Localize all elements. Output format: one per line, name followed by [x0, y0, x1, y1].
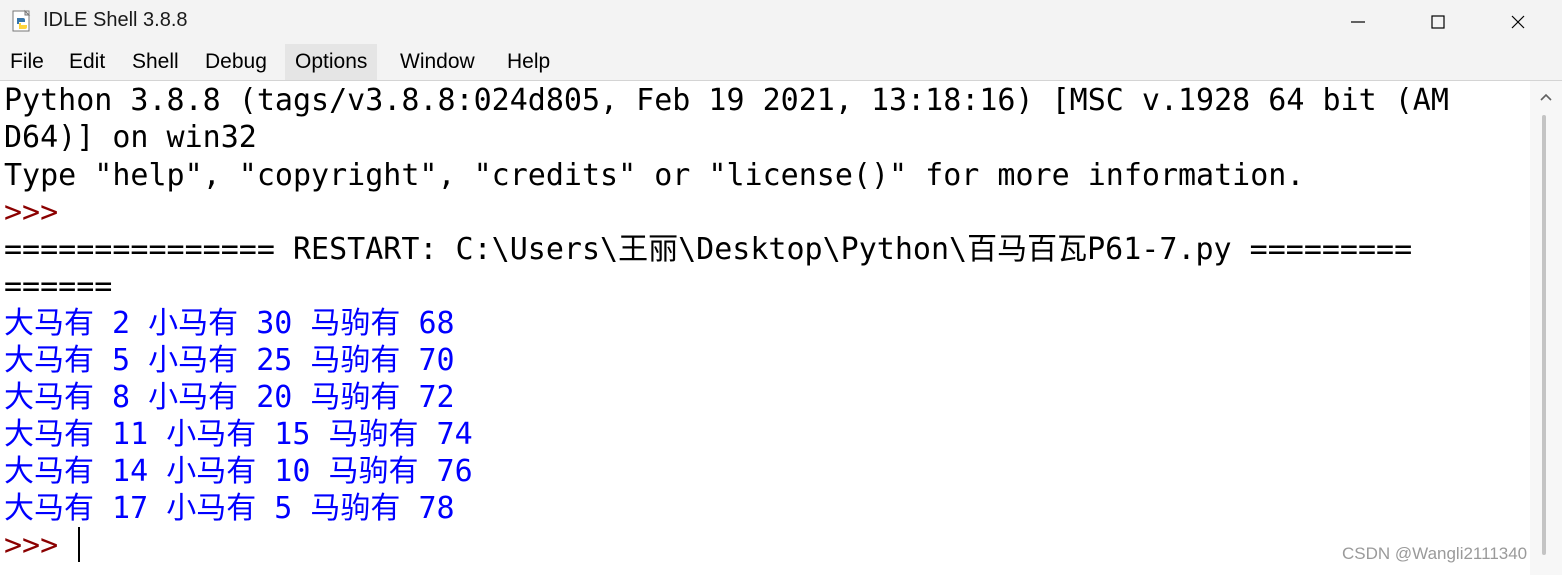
- menu-window[interactable]: Window: [390, 44, 485, 80]
- restart-line-2: ======: [4, 269, 113, 304]
- maximize-button[interactable]: [1398, 0, 1478, 44]
- output-line: 大马有 5 小马有 25 马驹有 70: [4, 343, 455, 378]
- text-cursor: [78, 527, 80, 562]
- chevron-up-icon: [1540, 93, 1552, 101]
- output-line: 大马有 2 小马有 30 马驹有 68: [4, 306, 455, 341]
- menu-file[interactable]: File: [0, 44, 54, 80]
- current-prompt: >>>: [4, 528, 59, 563]
- prompt-line: >>>: [4, 195, 59, 230]
- output-line: 大马有 11 小马有 15 马驹有 74: [4, 417, 473, 452]
- menu-edit[interactable]: Edit: [59, 44, 115, 80]
- banner-line-3: Type "help", "copyright", "credits" or "…: [4, 158, 1305, 193]
- vertical-scrollbar[interactable]: [1530, 81, 1562, 575]
- banner-line-2: D64)] on win32: [4, 120, 257, 155]
- close-button[interactable]: [1478, 0, 1558, 44]
- output-line: 大马有 8 小马有 20 马驹有 72: [4, 380, 455, 415]
- scroll-up-button[interactable]: [1530, 81, 1562, 113]
- close-icon: [1511, 15, 1525, 29]
- scrollbar-thumb[interactable]: [1542, 115, 1546, 555]
- menu-bar: File Edit Shell Debug Options Window Hel…: [0, 44, 1562, 81]
- title-bar: IDLE Shell 3.8.8: [0, 0, 1562, 44]
- maximize-icon: [1431, 15, 1445, 29]
- banner-line-1: Python 3.8.8 (tags/v3.8.8:024d805, Feb 1…: [4, 83, 1449, 118]
- menu-shell[interactable]: Shell: [122, 44, 189, 80]
- menu-debug[interactable]: Debug: [195, 44, 277, 80]
- minimize-button[interactable]: [1318, 0, 1398, 44]
- menu-help[interactable]: Help: [497, 44, 560, 80]
- watermark: CSDN @Wangli2111340: [1342, 544, 1528, 563]
- menu-options[interactable]: Options: [285, 44, 378, 80]
- shell-text-area[interactable]: Python 3.8.8 (tags/v3.8.8:024d805, Feb 1…: [0, 81, 1530, 575]
- output-line: 大马有 17 小马有 5 马驹有 78: [4, 491, 455, 526]
- minimize-icon: [1351, 21, 1365, 23]
- python-idle-icon: [12, 9, 31, 32]
- window-title: IDLE Shell 3.8.8: [43, 9, 188, 31]
- output-line: 大马有 14 小马有 10 马驹有 76: [4, 454, 473, 489]
- restart-line-1: =============== RESTART: C:\Users\王丽\Des…: [4, 232, 1413, 267]
